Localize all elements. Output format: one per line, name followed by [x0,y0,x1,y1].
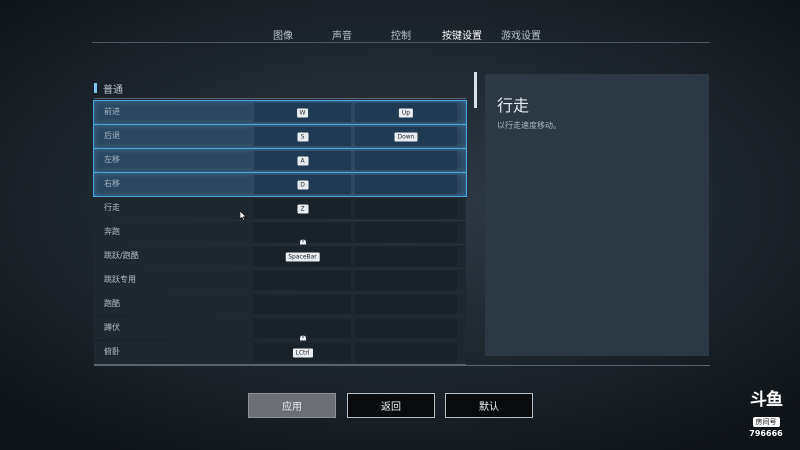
primary-key-slot[interactable]: S [254,127,351,146]
keybinding-row[interactable]: 跳跃专用 [94,269,466,292]
keybinding-row[interactable]: 跳跃/跑酷 SpaceBar [94,245,466,268]
scrollbar-thumb[interactable] [474,72,477,108]
action-label: 跑酷 [104,299,120,308]
footer-divider [94,365,710,366]
description-text: 以行走速度移动。 [497,121,561,130]
keybinding-row[interactable]: 蹲伏 [94,317,466,340]
keybinding-row[interactable]: 左移 A [93,148,467,173]
secondary-key-slot[interactable] [355,199,457,218]
section-marker [94,83,97,93]
description-panel: 行走 以行走速度移动。 [485,74,709,356]
key-badge: Down [394,132,418,141]
primary-key-slot[interactable] [254,319,351,340]
secondary-key-slot[interactable] [355,319,457,338]
keybinding-row[interactable]: 行走 Z [94,197,466,220]
key-badge: W [296,108,309,117]
primary-key-slot[interactable] [254,223,351,244]
tab-sound[interactable]: 声音 [332,27,352,42]
mouse-cursor-icon [240,211,247,221]
tab-control[interactable]: 控制 [391,27,411,42]
key-badge: Z [297,204,308,213]
default-button[interactable]: 默认 [445,393,533,418]
secondary-key-slot[interactable] [355,151,457,170]
primary-key-slot[interactable]: Z [254,199,351,218]
section-header: 普通 [94,81,123,96]
primary-key-slot[interactable]: SpaceBar [254,247,351,266]
douyu-watermark: 斗鱼 房间号 796666 [744,391,788,438]
room-number: 796666 [749,429,783,438]
keybinding-row[interactable]: 跑酷 [94,293,466,316]
action-label: 行走 [104,203,120,212]
top-tab-bar: 图像 声音 控制 按键设置 游戏设置 [92,22,710,43]
primary-key-slot[interactable]: A [254,151,351,170]
secondary-key-slot[interactable] [355,343,457,362]
tab-graphics[interactable]: 图像 [273,27,293,42]
primary-key-slot[interactable]: LCtrl [254,343,351,362]
action-label: 跳跃/跑酷 [104,251,139,260]
action-label: 蹲伏 [104,323,120,332]
secondary-key-slot[interactable]: Down [355,127,457,146]
tab-key-settings[interactable]: 按键设置 [442,27,482,42]
action-label: 前进 [104,107,120,116]
primary-key-slot[interactable] [254,271,351,290]
action-label: 俯卧 [104,347,120,356]
mouse-icon [299,230,307,244]
key-badge: A [297,156,308,165]
key-badge: S [297,132,308,141]
section-divider [94,98,466,99]
key-badge: Up [398,108,414,117]
secondary-key-slot[interactable] [355,247,457,266]
tab-game-settings[interactable]: 游戏设置 [501,27,541,42]
description-title: 行走 [497,96,530,115]
action-label: 后退 [104,131,120,140]
douyu-logo: 斗鱼 [750,390,783,410]
secondary-key-slot[interactable] [355,271,457,290]
mouse-icon [299,326,307,340]
keybinding-row[interactable]: 前进 W Up [93,100,467,125]
room-label: 房间号 [752,417,780,427]
keybinding-row[interactable]: 俯卧 LCtrl [94,341,466,364]
section-title: 普通 [103,85,123,96]
secondary-key-slot[interactable]: Up [355,103,457,122]
keybinding-row[interactable]: 后退 S Down [93,124,467,149]
action-label: 左移 [104,155,120,164]
keybinding-row[interactable]: 奔跑 [94,221,466,244]
action-label: 跳跃专用 [104,275,136,284]
key-badge: LCtrl [292,348,313,357]
key-badge: SpaceBar [285,252,320,261]
primary-key-slot[interactable]: D [254,175,351,194]
keybinding-list: 前进 W Up 后退 S Down 左移 A 右移 D 行走 Z 奔跑跳跃/跑酷 SpaceBar 跳跃专用… [93,100,467,365]
primary-key-slot[interactable]: W [254,103,351,122]
primary-key-slot[interactable] [254,295,351,314]
action-label: 奔跑 [104,227,120,236]
back-button[interactable]: 返回 [347,393,435,418]
secondary-key-slot[interactable] [355,295,457,314]
apply-button[interactable]: 应用 [248,393,336,418]
keybinding-row[interactable]: 右移 D [93,172,467,197]
secondary-key-slot[interactable] [355,223,457,242]
key-badge: D [297,180,308,189]
secondary-key-slot[interactable] [355,175,457,194]
action-label: 右移 [104,179,120,188]
